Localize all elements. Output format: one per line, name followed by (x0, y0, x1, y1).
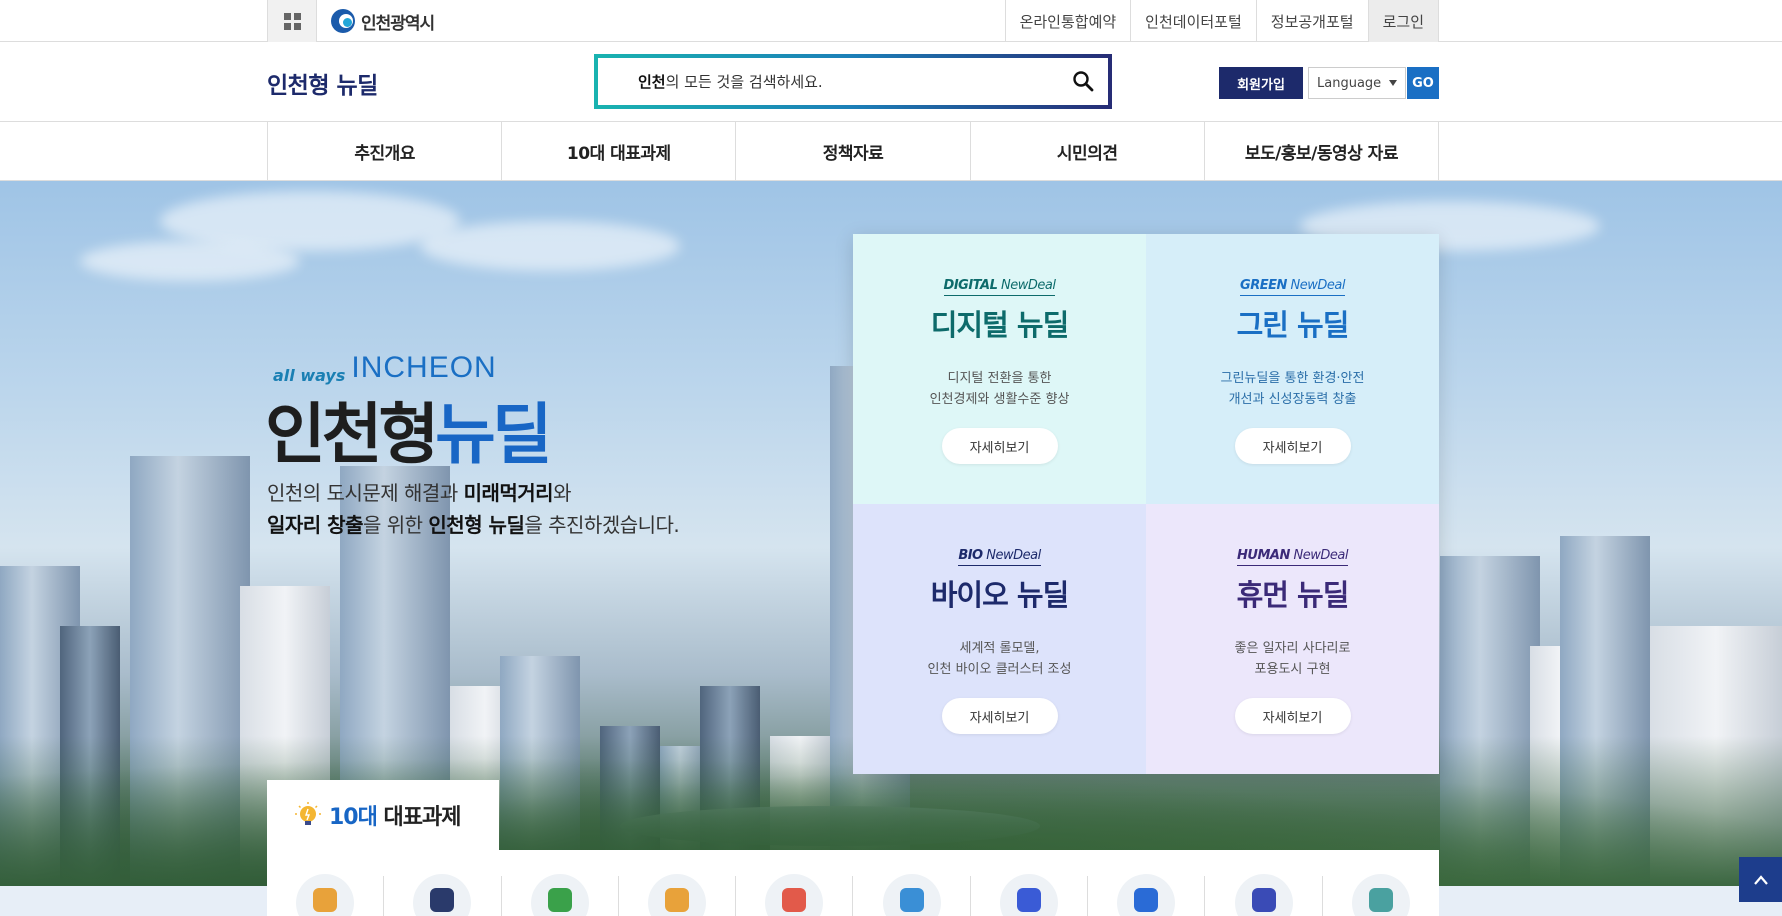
site-title[interactable]: 인천형 뉴딜 (267, 66, 378, 100)
nav-item-10-tasks[interactable]: 10대 대표과제 (502, 122, 737, 181)
link-data-portal[interactable]: 인천데이터포털 (1130, 0, 1256, 42)
all-menu-button[interactable] (267, 0, 317, 42)
hero-desc-text: 와 (553, 481, 571, 505)
task-item[interactable] (502, 874, 619, 916)
search-placeholder-rest: 의 모든 것을 검색하세요. (665, 73, 823, 91)
task-item[interactable] (1205, 874, 1323, 916)
newdeal-cards: DIGITAL NewDeal 디지털 뉴딜 디지털 전환을 통한 인천경제와 생… (853, 234, 1439, 774)
login-link[interactable]: 로그인 (1367, 0, 1439, 42)
earth-hands-icon (1117, 874, 1176, 916)
dropdown-arrow-icon (1389, 80, 1397, 86)
card-title: 그린 뉴딜 (1236, 308, 1350, 342)
drone-icon (999, 874, 1058, 916)
card-digital-newdeal: DIGITAL NewDeal 디지털 뉴딜 디지털 전환을 통한 인천경제와 생… (853, 234, 1146, 504)
brand-name: INCHEON (351, 351, 497, 384)
card-human-newdeal: HUMAN NewDeal 휴먼 뉴딜 좋은 일자리 사다리로 포용도시 구현 자… (1146, 504, 1439, 774)
task-item[interactable] (853, 874, 971, 916)
house-icon (765, 874, 824, 916)
sprout-icon (296, 874, 355, 916)
monitor-icon (413, 874, 472, 916)
nav-item-overview[interactable]: 추진개요 (268, 122, 503, 181)
site-header: 인천형 뉴딜 인천 의 모든 것을 검색하세요. 회원가입 Language GO (0, 42, 1782, 122)
tree-icon (530, 874, 589, 916)
task-item[interactable] (267, 874, 385, 916)
link-online-reservation[interactable]: 온라인통합예약 (1004, 0, 1131, 42)
lightbulb-icon (295, 802, 321, 825)
language-select[interactable]: Language (1308, 67, 1406, 99)
hero-title: 인천형뉴딜 (265, 381, 553, 477)
search-input[interactable]: 인천 의 모든 것을 검색하세요. (638, 58, 1038, 105)
faucet-icon (648, 874, 707, 916)
task-item[interactable] (1323, 874, 1439, 916)
chevron-up-icon (1753, 874, 1768, 885)
incheon-brand-logo: all ways INCHEON (273, 351, 497, 385)
atom-icon (1234, 874, 1293, 916)
card-description: 그린뉴딜을 통한 환경·안전 개선과 신성장동력 창출 (1220, 371, 1365, 407)
card-description: 세계적 롤모델, 인천 바이오 클러스터 조성 (927, 641, 1072, 677)
hero-desc-text: 을 추진하겠습니다. (524, 513, 680, 537)
tasks-section-title: 10대 대표과제 (267, 780, 499, 850)
card-bio-newdeal: BIO NewDeal 바이오 뉴딜 세계적 롤모델, 인천 바이오 클러스터 조… (853, 504, 1146, 774)
card-title: 휴먼 뉴딜 (1236, 578, 1350, 612)
link-info-portal[interactable]: 정보공개포털 (1255, 0, 1368, 42)
plug-icon (882, 874, 941, 916)
card-description: 좋은 일자리 사다리로 포용도시 구현 (1234, 641, 1351, 677)
hero-title-accent: 뉴딜 (435, 396, 552, 473)
card-title: 디지털 뉴딜 (930, 308, 1070, 342)
card-tag: BIO NewDeal (958, 548, 1041, 566)
grid-icon (283, 12, 301, 30)
card-more-button[interactable]: 자세히보기 (1234, 698, 1351, 734)
tasks-title: 10대 대표과제 (329, 805, 461, 830)
search-icon[interactable] (1072, 70, 1094, 92)
city-logo[interactable]: 인천광역시 (331, 6, 435, 36)
hero-desc-bold: 인천형 뉴딜 (428, 513, 525, 537)
incheon-emblem-icon (331, 9, 355, 33)
task-item[interactable] (619, 874, 737, 916)
card-more-button[interactable]: 자세히보기 (1234, 428, 1351, 464)
nav-item-citizen-opinion[interactable]: 시민의견 (971, 122, 1205, 181)
task-item[interactable] (1088, 874, 1206, 916)
join-button[interactable]: 회원가입 (1219, 67, 1303, 99)
search-box: 인천 의 모든 것을 검색하세요. (594, 54, 1112, 109)
task-item[interactable] (736, 874, 854, 916)
search-placeholder-bold: 인천 (638, 73, 666, 91)
scroll-top-button[interactable] (1739, 857, 1782, 902)
language-select-value: Language (1317, 75, 1382, 91)
hero-desc-bold: 일자리 창출 (267, 513, 363, 537)
util-links: 온라인통합예약 인천데이터포털 정보공개포털 로그인 (1004, 0, 1439, 42)
card-description: 디지털 전환을 통한 인천경제와 생활수준 향상 (929, 371, 1070, 407)
card-title: 바이오 뉴딜 (930, 578, 1070, 612)
go-button[interactable]: GO (1407, 67, 1439, 99)
task-item[interactable] (971, 874, 1089, 916)
card-green-newdeal: GREEN NewDeal 그린 뉴딜 그린뉴딜을 통한 환경·안전 개선과 신성… (1146, 234, 1439, 504)
hero-desc-bold: 미래먹거리 (463, 481, 554, 505)
utility-bar: 인천광역시 온라인통합예약 인천데이터포털 정보공개포털 로그인 (0, 0, 1782, 42)
hero-desc-text: 인천의 도시문제 해결과 (267, 481, 464, 505)
hero-desc-text: 을 위한 (362, 513, 429, 537)
card-tag: DIGITAL NewDeal (943, 278, 1056, 296)
card-more-button[interactable]: 자세히보기 (941, 428, 1058, 464)
tasks-icon-list (267, 850, 1439, 916)
nav-item-press-media[interactable]: 보도/홍보/동영상 자료 (1205, 122, 1440, 181)
card-tag: HUMAN NewDeal (1237, 548, 1348, 566)
recycle-head-icon (1351, 874, 1410, 916)
task-item[interactable] (384, 874, 502, 916)
nav-item-policy[interactable]: 정책자료 (736, 122, 971, 181)
card-more-button[interactable]: 자세히보기 (941, 698, 1058, 734)
city-name: 인천광역시 (361, 13, 435, 34)
main-nav: 추진개요 10대 대표과제 정책자료 시민의견 보도/홍보/동영상 자료 (0, 122, 1782, 181)
hero-title-main: 인천형 (265, 396, 439, 473)
hero-description: 인천의 도시문제 해결과 미래먹거리와 일자리 창출을 위한 인천형 뉴딜을 추… (267, 477, 680, 541)
card-tag: GREEN NewDeal (1240, 278, 1345, 296)
